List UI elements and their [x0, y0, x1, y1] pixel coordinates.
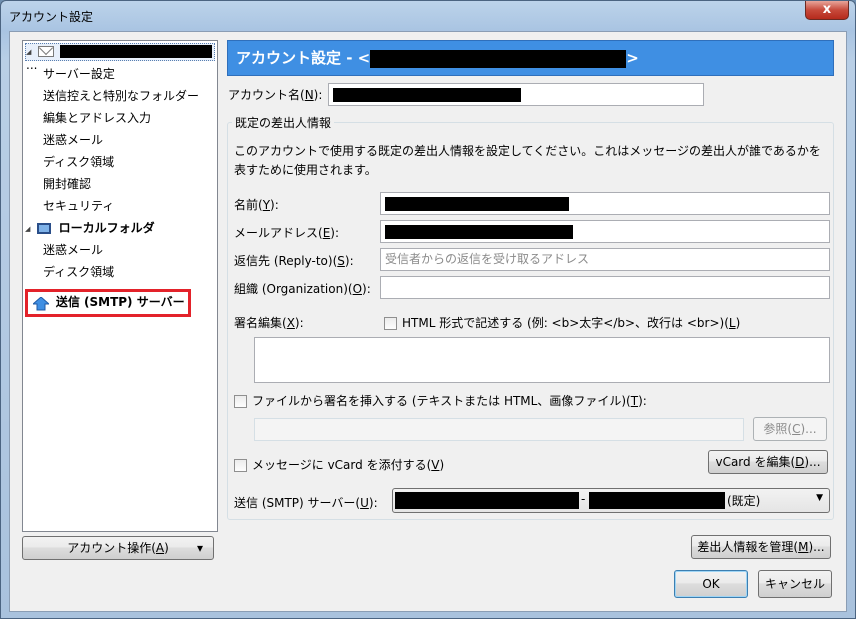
tree-item-return-receipts[interactable]: 開封確認: [43, 173, 91, 195]
expand-triangle-icon[interactable]: ◢: [26, 48, 34, 56]
checkbox-box[interactable]: [384, 317, 397, 330]
chevron-down-icon: ▼: [816, 493, 823, 503]
header-suffix: >: [626, 49, 639, 67]
email-label: メールアドレス(E):: [234, 226, 340, 240]
smtp-dash: -: [581, 492, 586, 506]
smtp-server-select[interactable]: - (既定) ▼: [392, 488, 830, 513]
tree-item-copies-folders[interactable]: 送信控えと特別なフォルダー: [43, 85, 199, 107]
name-label: 名前(Y):: [234, 198, 279, 212]
account-tree[interactable]: ◢ ... サーバー設定 送信控えと特別なフォルダー 編集とアドレス入力 迷惑メ…: [22, 40, 218, 532]
annotation-highlight: [25, 289, 191, 317]
tree-item-server-settings[interactable]: サーバー設定: [43, 63, 115, 85]
account-actions-label: アカウント操作(A): [67, 541, 169, 555]
ok-button[interactable]: OK: [674, 570, 748, 598]
manage-identities-button[interactable]: 差出人情報を管理(M)...: [691, 535, 831, 559]
organization-input[interactable]: [380, 276, 830, 299]
smtp-server-label: 送信 (SMTP) サーバー(U):: [234, 496, 378, 510]
cancel-button[interactable]: キャンセル: [758, 570, 832, 598]
redacted-smtp-host: [589, 492, 725, 509]
title-bar[interactable]: アカウント設定 x: [1, 1, 855, 31]
redacted-header-account: [370, 49, 627, 68]
account-name-input[interactable]: [328, 83, 704, 106]
redacted-smtp-server: [395, 492, 579, 509]
tree-item-local-disk-space[interactable]: ディスク領域: [43, 261, 114, 283]
tree-item-local-folders[interactable]: ◢ ローカルフォルダ: [25, 217, 155, 239]
tree-item-disk-space[interactable]: ディスク領域: [43, 151, 114, 173]
identity-description-line2: 表すために使用されます。: [234, 163, 377, 177]
account-actions-button[interactable]: アカウント操作(A) ▾: [22, 536, 214, 560]
account-settings-window: アカウント設定 x ◢ ... サーバー設定 送信控えと特別なフォルダー 編集と…: [0, 0, 856, 619]
tree-item-junk[interactable]: 迷惑メール: [43, 129, 103, 151]
attach-vcard-checkbox[interactable]: メッセージに vCard を添付する(V): [234, 456, 444, 473]
redacted-account-name-value: [333, 87, 521, 102]
attach-signature-file-checkbox[interactable]: ファイルから署名を挿入する (テキストまたは HTML、画像ファイル)(T):: [234, 392, 647, 409]
tree-item-local-junk[interactable]: 迷惑メール: [43, 239, 103, 261]
redacted-name-value: [385, 196, 569, 211]
edit-vcard-button[interactable]: vCard を編集(D)...: [708, 450, 828, 474]
signature-file-path-input[interactable]: [254, 418, 744, 441]
close-button[interactable]: x: [805, 1, 849, 20]
email-input[interactable]: [380, 220, 830, 243]
redacted-email-value: [385, 224, 573, 239]
account-name-label: アカウント名(N):: [228, 88, 323, 102]
replyto-label: 返信先 (Reply-to)(S):: [234, 254, 354, 268]
page-header: アカウント設定 - < >: [227, 40, 834, 76]
name-input[interactable]: [380, 192, 830, 215]
replyto-placeholder: 受信者からの返信を受け取るアドレス: [385, 252, 590, 266]
tree-item-composition[interactable]: 編集とアドレス入力: [43, 107, 151, 129]
browse-button[interactable]: 参照(C)...: [753, 417, 827, 441]
tree-item-security[interactable]: セキュリティ: [43, 195, 114, 217]
identity-description-line1: このアカウントで使用する既定の差出人情報を設定してください。これはメッセージの差…: [234, 144, 821, 158]
monitor-icon: [36, 223, 51, 234]
tree-item-account[interactable]: ◢ ...: [25, 43, 215, 72]
identity-group-title: 既定の差出人情報: [232, 114, 335, 131]
redacted-account-name: [59, 45, 212, 58]
mail-envelope-icon: [37, 46, 54, 57]
signature-label: 署名編集(X):: [234, 316, 304, 330]
local-folders-label: ローカルフォルダ: [58, 221, 155, 235]
account-ellipsis: ...: [26, 58, 38, 72]
expand-triangle-icon[interactable]: ◢: [25, 218, 33, 240]
checkbox-box[interactable]: [234, 459, 247, 472]
organization-label: 組織 (Organization)(O):: [234, 282, 371, 296]
signature-textarea[interactable]: [254, 337, 830, 383]
window-title: アカウント設定: [9, 10, 94, 24]
header-prefix: アカウント設定 - <: [236, 49, 371, 67]
dialog-client-area: ◢ ... サーバー設定 送信控えと特別なフォルダー 編集とアドレス入力 迷惑メ…: [9, 31, 847, 612]
checkbox-box[interactable]: [234, 395, 247, 408]
html-format-checkbox[interactable]: HTML 形式で記述する (例: <b>太字</b>、改行は <br>)(L): [384, 314, 740, 331]
smtp-default-tag: (既定): [727, 494, 761, 508]
replyto-input[interactable]: 受信者からの返信を受け取るアドレス: [380, 248, 830, 271]
dropdown-arrow-icon: ▾: [196, 541, 203, 555]
